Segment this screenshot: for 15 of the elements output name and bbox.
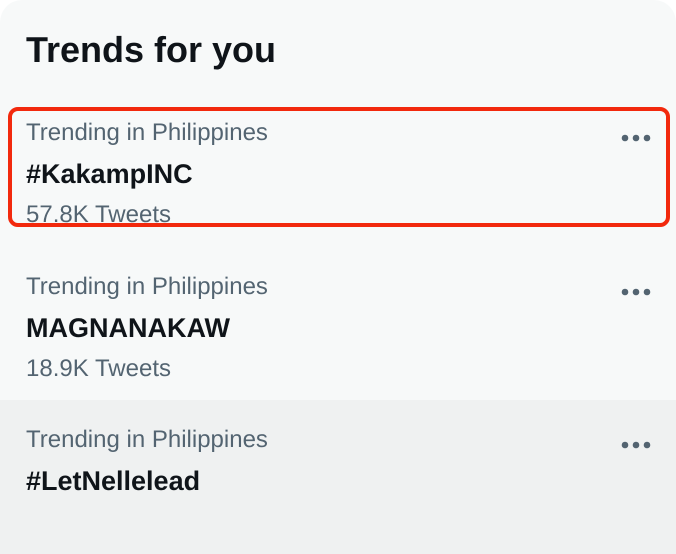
tweet-count: 18.9K Tweets [26,354,171,384]
more-icon [621,288,651,296]
trend-context: Trending in Philippines [26,118,268,148]
trend-item[interactable]: Trending in Philippines MAGNANAKAW 18.9K Tweets [0,246,676,400]
trend-item[interactable]: Trending in Philippines #LetNellelead [0,400,676,554]
trend-name: MAGNANAKAW [26,312,230,345]
trend-name: #LetNellelead [26,465,200,498]
tweet-count: 57.8K Tweets [26,200,171,230]
trend-name: #KakampINC [26,158,193,191]
trend-item[interactable]: Trending in Philippines #KakampINC 57.8K Tweets [0,92,676,247]
more-icon [621,441,651,450]
trend-context: Trending in Philippines [26,272,268,302]
trend-context: Trending in Philippines [26,425,268,456]
panel-title: Trends for you [25,28,278,72]
more-icon [621,134,651,142]
